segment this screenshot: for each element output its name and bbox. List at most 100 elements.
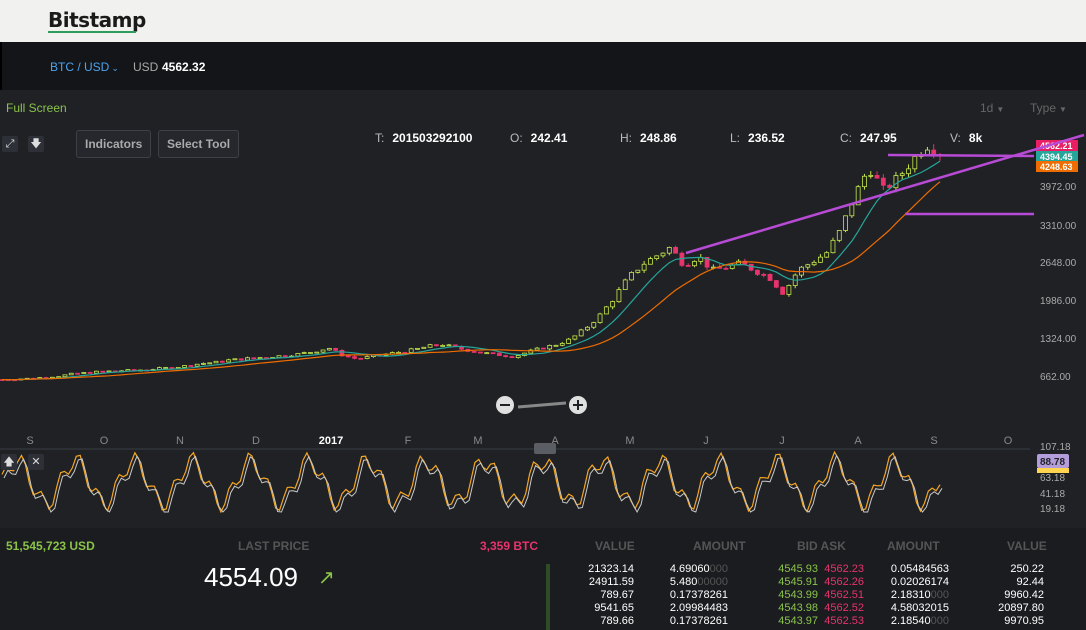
candle-body (358, 357, 364, 360)
ask-amount-cell-main: 2.18310 (890, 589, 931, 601)
ask-price-cell-main: 4562.26 (824, 576, 864, 588)
ask-amount-cell: 4.58032015 (891, 602, 949, 614)
ask-value-cell: 20897.80 (998, 602, 1044, 614)
bid-amount-cell: 2.09984483 (670, 602, 728, 614)
candle-body (226, 359, 232, 363)
ask-amount-cell-main: 0.02026174 (890, 576, 949, 588)
candle-body (862, 175, 867, 188)
oscillator-tick-label: 63.18 (1040, 473, 1065, 484)
bid-price-cell-main: 4543.98 (778, 602, 818, 614)
candle-body (641, 263, 647, 271)
candle-body (496, 352, 502, 357)
candle-body (616, 289, 622, 303)
candle-body (219, 360, 225, 363)
ask-value-cell: 92.44 (1016, 576, 1044, 588)
candle-body (635, 269, 641, 273)
header-value-ask: VALUE (1007, 539, 1047, 553)
oscillator-tag: 88.78 (1040, 457, 1065, 468)
candle-body (182, 365, 187, 368)
pair-selector[interactable]: BTC / USD ⌄ (50, 60, 119, 74)
bid-amount-cell: 4.69060000 (670, 563, 728, 575)
candle-body (572, 335, 578, 340)
ask-price-cell: 4562.52 (824, 602, 864, 614)
candle-body (761, 273, 767, 276)
zoom-out-glyph (500, 404, 510, 406)
candle-body (433, 344, 439, 347)
bid-price-cell: 4545.91 (778, 576, 818, 588)
oscillator-tick-label: 41.18 (1040, 489, 1065, 500)
depth-bar (546, 564, 550, 630)
ask-amount-cell-trailing-zeros: 000 (930, 615, 949, 627)
candle-body (333, 348, 339, 351)
bid-amount-cell: 5.48000000 (670, 576, 728, 588)
candle-body (773, 280, 779, 288)
candle-body (276, 355, 282, 358)
candle-body (874, 175, 880, 179)
move-up-icon[interactable]: 🡅 (1, 454, 17, 470)
market-summary-panel: 51,545,723 USD LAST PRICE 3,359 BTC 4554… (0, 528, 1086, 630)
candle-body (345, 355, 351, 358)
price-tags: 4562.214394.454248.63 (1036, 140, 1078, 172)
candle-body (87, 372, 93, 374)
candle-body (597, 313, 603, 323)
candles (0, 144, 943, 382)
trendline-horizontal-top[interactable] (887, 153, 1035, 158)
price-tick-label: 3310.00 (1040, 221, 1077, 232)
ask-amount-cell: 2.18310000 (891, 589, 949, 601)
last-price-label: LAST PRICE (238, 539, 310, 553)
ask-price-cell: 4562.26 (824, 576, 864, 588)
time-axis-label: S (26, 435, 33, 447)
candle-body (515, 355, 521, 359)
candle-body (755, 269, 760, 275)
candle-body (880, 177, 886, 186)
oscillator-tick-label: 19.18 (1040, 504, 1065, 515)
bid-amount-cell: 0.17378261 (670, 615, 728, 627)
currency-label: USD (133, 60, 159, 74)
candle-body (440, 345, 446, 347)
ask-value-cell: 250.22 (1010, 563, 1044, 575)
bid-price-cell: 4543.97 (778, 615, 818, 627)
candle-body (666, 247, 672, 254)
zoom-slider[interactable] (517, 401, 567, 409)
oscillator-line-d (3, 454, 943, 514)
ask-price-cell-main: 4562.53 (824, 615, 864, 627)
candle-body (868, 175, 874, 177)
candle-body (843, 215, 848, 231)
time-axis-label: S (930, 435, 937, 447)
chevron-down-icon: ⌄ (111, 63, 119, 73)
ask-value-cell-main: 9960.42 (1004, 589, 1044, 601)
panel-resize-handle[interactable] (534, 443, 556, 454)
candle-body (295, 352, 301, 357)
candle-body (245, 357, 250, 361)
candle-body (282, 355, 288, 358)
price-chart[interactable]: 3972.00 3310.00 2648.00 1986.00 1324.00 662.0… (0, 90, 1086, 528)
candle-body (906, 168, 911, 175)
candle-body (232, 358, 238, 361)
trendline-rising[interactable] (685, 133, 1085, 255)
bid-value-cell: 21323.14 (588, 563, 634, 575)
price-axis: 3972.00 3310.00 2648.00 1986.00 1324.00 662.0… (1040, 182, 1077, 383)
ask-price-cell: 4562.23 (824, 563, 864, 575)
ask-price-cell-main: 4562.51 (824, 589, 864, 601)
close-indicator-icon[interactable]: ✕ (28, 454, 44, 470)
candle-body (591, 322, 597, 328)
candle-body (75, 372, 80, 375)
bitstamp-logo[interactable]: Bitstamp (48, 8, 146, 32)
bid-amount-cell-trailing-zeros: 000 (709, 563, 728, 575)
candle-body (534, 347, 540, 351)
candle-body (62, 374, 68, 378)
candle-body (912, 156, 918, 170)
candle-body (830, 239, 836, 254)
candle-body (352, 356, 357, 359)
candle-body (201, 362, 206, 365)
bid-amount-cell: 0.17378261 (670, 589, 728, 601)
price-tick-label: 2648.00 (1040, 258, 1077, 269)
candle-body (446, 344, 452, 347)
candle-body (553, 344, 559, 347)
candle-body (188, 365, 194, 367)
candle-body (931, 149, 937, 155)
zoom-control[interactable] (496, 396, 587, 414)
price-tick-label: 1986.00 (1040, 296, 1077, 307)
candle-body (238, 358, 244, 361)
price-tick-label: 1324.00 (1040, 334, 1077, 345)
